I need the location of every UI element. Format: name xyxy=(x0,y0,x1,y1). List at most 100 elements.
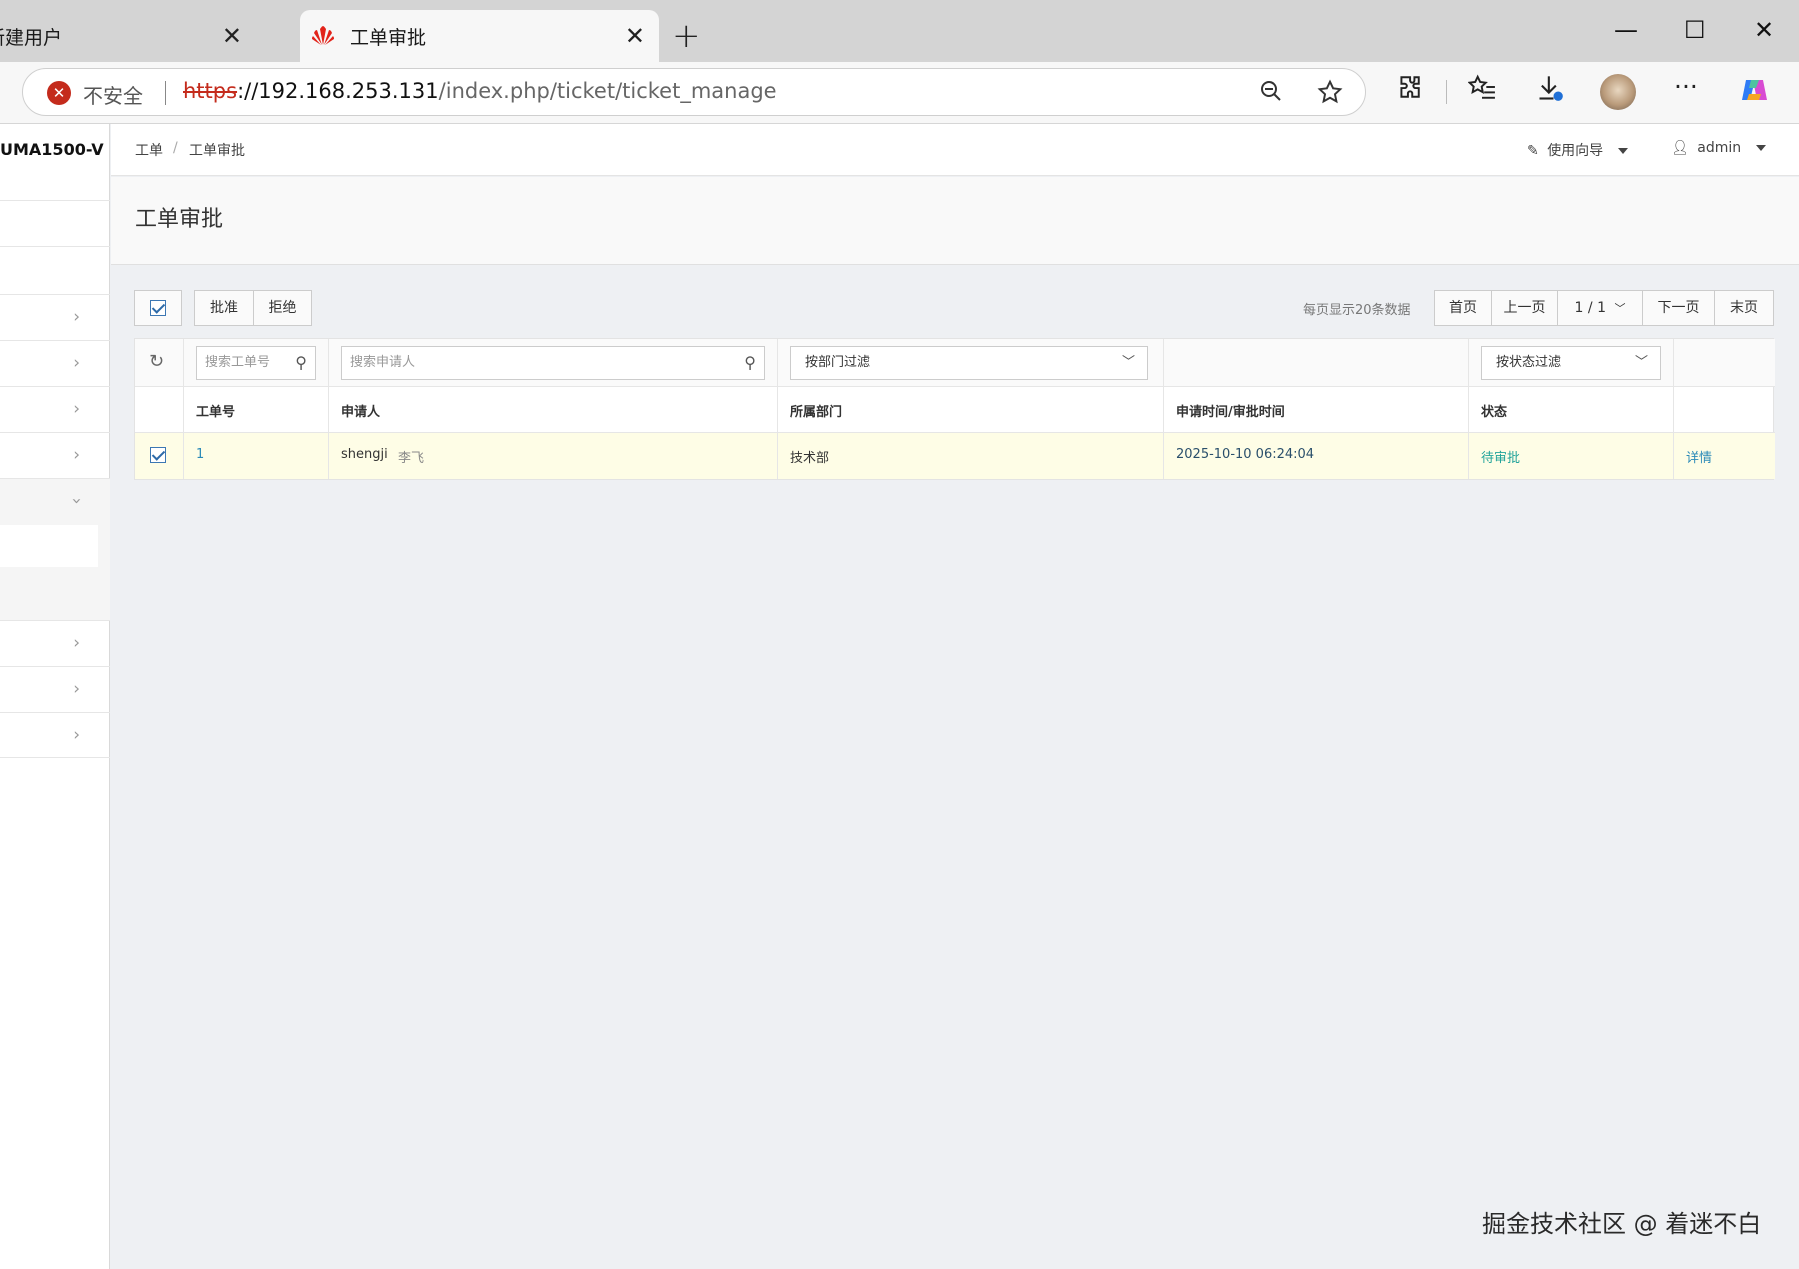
select-all-checkbox[interactable] xyxy=(134,290,182,326)
chevron-down-icon[interactable]: › xyxy=(67,498,87,505)
pager-prev-button[interactable]: 上一页 xyxy=(1491,290,1558,326)
browser-tab-strip: 新建用户 ✕ 工单审批 ✕ + — ☐ ✕ xyxy=(0,0,1799,62)
favorite-star-icon[interactable] xyxy=(1317,79,1343,111)
new-tab-icon[interactable]: + xyxy=(672,16,701,56)
top-navbar: 工单 / 工单审批 ✎ 使用向导 👤︎ admin xyxy=(111,124,1799,176)
sidebar-item-8[interactable]: › xyxy=(0,666,110,712)
details-link[interactable]: 详情 xyxy=(1686,447,1712,466)
user-menu-label: admin xyxy=(1697,140,1742,156)
browser-tab-new-user[interactable]: 新建用户 ✕ xyxy=(0,10,296,62)
huawei-logo-icon xyxy=(310,23,336,49)
per-page-text: 每页显示20条数据 xyxy=(1303,303,1411,318)
department-value: 技术部 xyxy=(790,451,830,466)
search-icon[interactable]: ⚲ xyxy=(295,347,307,379)
refresh-cell: ↻ xyxy=(135,339,184,386)
search-icon[interactable]: ⚲ xyxy=(744,347,756,379)
sidebar-item-7[interactable]: › xyxy=(0,620,110,666)
not-secure-label[interactable]: 不安全 xyxy=(83,80,143,109)
header-cell-time: 申请时间/审批时间 xyxy=(1164,387,1469,432)
sidebar-item-4[interactable]: › xyxy=(0,340,110,386)
breadcrumb-separator: / xyxy=(173,140,178,156)
extensions-icon[interactable] xyxy=(1396,74,1422,109)
chevron-right-icon: › xyxy=(73,679,80,699)
status-filter-select[interactable]: 按状态过滤 ﹀ xyxy=(1481,346,1661,380)
applicant-name: 李飞 xyxy=(398,451,425,466)
sidebar-group-expanded: › xyxy=(0,478,110,620)
pager-first-button[interactable]: 首页 xyxy=(1434,290,1492,326)
profile-avatar[interactable] xyxy=(1600,74,1636,110)
divider xyxy=(165,81,166,105)
caret-down-icon xyxy=(1617,148,1628,154)
pager-next-button[interactable]: 下一页 xyxy=(1642,290,1715,326)
favorites-list-icon[interactable] xyxy=(1467,74,1496,109)
user-menu[interactable]: 👤︎ admin xyxy=(1671,140,1766,156)
refresh-icon[interactable]: ↻ xyxy=(149,351,164,372)
ticket-no-cell: 1 xyxy=(184,433,329,479)
sidebar-item-5[interactable]: › xyxy=(0,386,110,432)
minimize-icon[interactable]: — xyxy=(1614,10,1638,50)
pager-last-button[interactable]: 末页 xyxy=(1714,290,1774,326)
ticket-no-search-input[interactable]: 搜索工单号 ⚲ xyxy=(196,346,316,380)
reject-button[interactable]: 拒绝 xyxy=(253,290,312,326)
column-header: 申请时间/审批时间 xyxy=(1176,405,1285,420)
address-bar[interactable]: ✕ 不安全 https://192.168.253.131/index.php/… xyxy=(22,68,1366,116)
page-title: 工单审批 xyxy=(135,207,224,232)
chevron-right-icon: › xyxy=(73,725,80,745)
sidebar-item-9[interactable]: › xyxy=(0,712,110,758)
breadcrumb-root[interactable]: 工单 xyxy=(135,140,163,160)
zoom-out-icon[interactable] xyxy=(1259,79,1283,109)
ticket-no-placeholder: 搜索工单号 xyxy=(205,355,271,370)
user-icon: 👤︎ xyxy=(1671,140,1689,156)
chevron-down-icon: ﹀ xyxy=(1634,355,1648,370)
sidebar-item-2[interactable] xyxy=(0,246,110,292)
downloads-icon[interactable] xyxy=(1536,74,1564,111)
time-value: 2025-10-10 06:24:04 xyxy=(1176,447,1315,462)
applicant-placeholder: 搜索申请人 xyxy=(350,355,416,370)
department-filter-select[interactable]: 按部门过滤 ﹀ xyxy=(790,346,1148,380)
url-text[interactable]: https://192.168.253.131/index.php/ticket… xyxy=(183,79,777,103)
browser-tab-ticket-approval[interactable]: 工单审批 ✕ xyxy=(300,10,659,62)
magic-wand-icon: ✎ xyxy=(1527,143,1539,159)
close-window-icon[interactable]: ✕ xyxy=(1754,10,1774,50)
chevron-right-icon: › xyxy=(73,633,80,653)
chevron-down-icon: ﹀ xyxy=(1121,355,1135,370)
sidebar-item-6[interactable]: › xyxy=(0,432,110,478)
applicant-cell: shengji 李飞 xyxy=(329,433,778,479)
page-header: 工单审批 xyxy=(111,177,1799,265)
url-host: ://192.168.253.131 xyxy=(237,79,439,103)
guide-menu[interactable]: ✎ 使用向导 xyxy=(1527,140,1628,160)
approve-button[interactable]: 批准 xyxy=(194,290,254,326)
column-header: 状态 xyxy=(1481,405,1508,420)
copilot-icon[interactable] xyxy=(1738,74,1770,115)
checkbox-checked-icon xyxy=(150,300,166,316)
tab-title: 工单审批 xyxy=(350,26,427,49)
ticket-table: ↻ 搜索工单号 ⚲ 搜索申请人 ⚲ 按部门过滤 ﹀ 按状态过滤 ﹀ 工单号 申请… xyxy=(134,338,1775,480)
department-filter-cell: 按部门过滤 ﹀ xyxy=(778,339,1164,386)
close-tab-icon[interactable]: ✕ xyxy=(625,22,645,50)
url-path: /index.php/ticket/ticket_manage xyxy=(438,79,777,103)
table-row[interactable]: 1 shengji 李飞 技术部 2025-10-10 06:24:04 待审批… xyxy=(135,433,1775,479)
guide-menu-label: 使用向导 xyxy=(1547,143,1604,159)
pager-page-select[interactable]: 1 / 1 ﹀ xyxy=(1557,290,1643,326)
chevron-down-icon: ﹀ xyxy=(1614,302,1626,315)
not-secure-icon[interactable]: ✕ xyxy=(47,81,71,105)
ticket-no-link[interactable]: 1 xyxy=(196,447,204,462)
status-filter-cell: 按状态过滤 ﹀ xyxy=(1469,339,1674,386)
time-filter-cell xyxy=(1164,339,1469,386)
more-options-icon[interactable]: ··· xyxy=(1674,70,1698,104)
status-cell: 待审批 xyxy=(1469,433,1674,479)
chevron-right-icon: › xyxy=(73,445,80,465)
close-tab-icon[interactable]: ✕ xyxy=(222,22,242,50)
status-filter-label: 按状态过滤 xyxy=(1496,355,1562,370)
maximize-icon[interactable]: ☐ xyxy=(1684,10,1706,50)
applicant-search-input[interactable]: 搜索申请人 ⚲ xyxy=(341,346,765,380)
brand-name: UMA1500-V xyxy=(0,140,104,159)
sidebar-subitem-active[interactable] xyxy=(0,525,98,567)
sidebar-item-1[interactable] xyxy=(0,200,110,246)
sidebar-item-3[interactable]: › xyxy=(0,294,110,340)
filter-row: ↻ 搜索工单号 ⚲ 搜索申请人 ⚲ 按部门过滤 ﹀ 按状态过滤 ﹀ xyxy=(135,339,1775,387)
breadcrumb-current: 工单审批 xyxy=(189,143,245,159)
column-header: 申请人 xyxy=(341,405,381,420)
row-checkbox[interactable] xyxy=(150,447,166,463)
row-select-cell xyxy=(135,433,184,479)
